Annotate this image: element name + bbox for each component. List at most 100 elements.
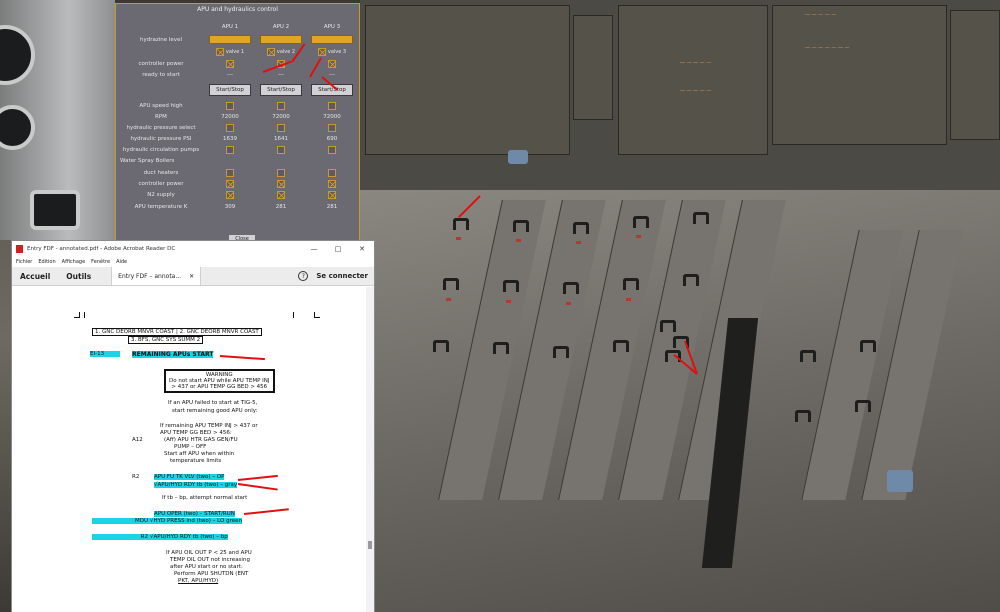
tab-close-icon[interactable]: ✕: [189, 273, 194, 280]
circ-pump-3-checkbox[interactable]: [328, 145, 336, 154]
valve-row: valve 1 valve 2 valve 3: [116, 47, 361, 57]
n2-supply-3-checkbox[interactable]: [328, 190, 336, 199]
wsb-power-1-checkbox[interactable]: [226, 179, 234, 188]
switch-guard[interactable]: [453, 218, 469, 230]
monitor-panel: [573, 15, 613, 120]
temp-value-3: 281: [326, 204, 338, 210]
sign-in-button[interactable]: Se connecter: [316, 272, 368, 280]
scrollbar-thumb[interactable]: [368, 541, 372, 549]
red-indicator: [576, 241, 581, 244]
switch-guard[interactable]: [613, 340, 629, 352]
start-stop-button-2[interactable]: Start/Stop: [260, 84, 302, 96]
temp-value-2: 281: [275, 204, 287, 210]
step-id: EI-13: [90, 351, 120, 357]
para-4-line-2: TEMP OIL OUT not increasing: [170, 557, 250, 563]
controller-power-1-checkbox[interactable]: [226, 59, 234, 68]
col-header-apu2: APU 2: [272, 24, 290, 30]
valve-3-label: valve 3: [327, 49, 347, 55]
maximize-icon[interactable]: □: [326, 245, 350, 253]
controller-power-row: controller power: [116, 59, 361, 69]
switch-guard[interactable]: [573, 222, 589, 234]
crop-mark: [288, 312, 294, 318]
help-icon[interactable]: ?: [298, 271, 309, 281]
tab-document[interactable]: Entry FDF – annota... ✕: [111, 267, 202, 285]
valve-2-checkbox[interactable]: [266, 48, 275, 56]
gauge-dial: [0, 25, 35, 85]
para-2-line-1: If remaining APU TEMP INJ > 437 or: [160, 423, 258, 429]
panel-ref-r2: R2: [132, 474, 140, 480]
highlight-apu-oper: APU OPER (two) – START/RUN: [154, 511, 235, 517]
switch-guard[interactable]: [660, 320, 676, 332]
switch-guard[interactable]: [860, 340, 876, 352]
dialog-title: APU and hydraulics control: [197, 6, 278, 13]
panel-label: — — — — —: [680, 88, 712, 94]
duct-heater-3-checkbox[interactable]: [328, 168, 336, 177]
tab-accueil[interactable]: Accueil: [12, 267, 58, 285]
press-select-1-checkbox[interactable]: [226, 123, 234, 132]
n2-supply-1-checkbox[interactable]: [226, 190, 234, 199]
speed-high-3-checkbox[interactable]: [328, 101, 336, 110]
para-4-line-4: Perform APU SHUTDN (ENT: [174, 571, 249, 577]
speed-high-2-checkbox[interactable]: [277, 101, 285, 110]
tab-outils[interactable]: Outils: [58, 267, 99, 285]
annotation-arrow: [243, 508, 289, 515]
switch-guard[interactable]: [563, 282, 579, 294]
n2-supply-label: N2 supply: [147, 192, 175, 198]
panel-ref-mdu: MDU: [92, 518, 150, 524]
hydrazine-row: hydrazine level: [116, 35, 361, 45]
switch-guard[interactable]: [443, 278, 459, 290]
vertical-scrollbar[interactable]: [366, 287, 374, 612]
valve-1-label: valve 1: [225, 49, 245, 55]
duct-heaters-row: duct heaters: [116, 168, 361, 178]
panel-block: [365, 5, 570, 155]
minimize-icon[interactable]: —: [302, 245, 326, 253]
close-icon[interactable]: ✕: [350, 245, 374, 253]
speed-high-1-checkbox[interactable]: [226, 101, 234, 110]
start-stop-row: Start/Stop Start/Stop Start/Stop: [116, 84, 361, 98]
controller-power-3-checkbox[interactable]: [328, 59, 336, 68]
switch-guard[interactable]: [503, 280, 519, 292]
panel-ref-r2-second: R2: [92, 534, 150, 540]
crop-mark: [314, 312, 320, 318]
wsb-controller-power-row: controller power: [116, 179, 361, 189]
circ-pump-1-checkbox[interactable]: [226, 145, 234, 154]
switch-guard[interactable]: [493, 342, 509, 354]
circ-pump-2-checkbox[interactable]: [277, 145, 285, 154]
switch-guard[interactable]: [633, 216, 649, 228]
switch-guard[interactable]: [800, 350, 816, 362]
para-2-line-6: temperature limits: [170, 458, 222, 464]
switch-guard[interactable]: [693, 212, 709, 224]
switch-guard[interactable]: [855, 400, 871, 412]
switch-guard[interactable]: [513, 220, 529, 232]
menu-edition[interactable]: Edition: [38, 259, 55, 265]
upper-switch-panel: — — — — — — — — — — — — — — — — — — — — …: [360, 0, 1000, 190]
start-stop-button-1[interactable]: Start/Stop: [209, 84, 251, 96]
wsb-power-3-checkbox[interactable]: [328, 179, 336, 188]
duct-heater-2-checkbox[interactable]: [277, 168, 285, 177]
press-select-3-checkbox[interactable]: [328, 123, 336, 132]
valve-3-checkbox[interactable]: [317, 48, 326, 56]
switch-guard[interactable]: [553, 346, 569, 358]
menu-fenetre[interactable]: Fenêtre: [91, 259, 110, 265]
panel-label: — — — — —: [805, 12, 837, 18]
switch-guard[interactable]: [795, 410, 811, 422]
switch-guard[interactable]: [623, 278, 639, 290]
tab-document-label: Entry FDF – annota...: [118, 272, 182, 280]
hydraulic-circulation-pumps-label: hydraulic circulation pumps: [122, 147, 200, 153]
wsb-power-2-checkbox[interactable]: [277, 179, 285, 188]
red-indicator: [446, 298, 451, 301]
menu-fichier[interactable]: Fichier: [16, 259, 32, 265]
gauge-dial: [30, 190, 80, 230]
menu-aide[interactable]: Aide: [116, 259, 127, 265]
blue-indicator: [508, 150, 528, 164]
switch-guard[interactable]: [683, 274, 699, 286]
menu-affichage[interactable]: Affichage: [62, 259, 86, 265]
highlight-rdy-bp: √APU/HYD RDY tb (two) – bp: [150, 534, 228, 540]
switch-guard[interactable]: [433, 340, 449, 352]
hydrazine-bar-1: [209, 35, 251, 44]
wsb-controller-power-label: controller power: [138, 181, 184, 187]
valve-1-checkbox[interactable]: [215, 48, 224, 56]
duct-heater-1-checkbox[interactable]: [226, 168, 234, 177]
press-select-2-checkbox[interactable]: [277, 123, 285, 132]
n2-supply-2-checkbox[interactable]: [277, 190, 285, 199]
